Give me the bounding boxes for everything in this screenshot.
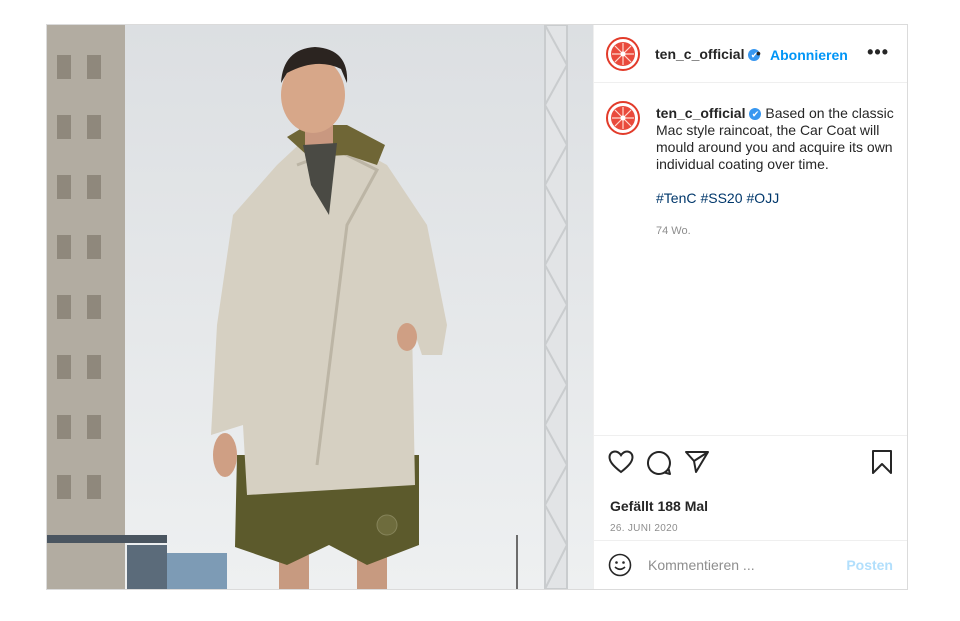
- post-sidebar: ten_c_official ✔ • Abonnieren ••• ten_c_o…: [593, 25, 907, 589]
- instagram-post: ten_c_official ✔ • Abonnieren ••• ten_c_o…: [46, 24, 908, 590]
- hashtag-link[interactable]: #TenC: [656, 190, 696, 206]
- paper-plane-icon[interactable]: [684, 450, 710, 479]
- citrus-logo-icon: [611, 42, 635, 66]
- photo-illustration: [47, 25, 593, 589]
- verified-badge-icon: ✔: [749, 108, 762, 120]
- follow-button[interactable]: Abonnieren: [770, 47, 848, 63]
- comment-input[interactable]: [646, 556, 830, 574]
- likes-count[interactable]: Gefällt 188 Mal: [610, 498, 708, 514]
- post-photo[interactable]: [47, 25, 593, 589]
- citrus-logo-icon: [611, 106, 635, 130]
- avatar[interactable]: [606, 37, 640, 71]
- post-actions: Gefällt 188 Mal 26. JUNI 2020 Posten: [594, 435, 907, 590]
- caption-timestamp[interactable]: 74 Wo.: [656, 223, 896, 240]
- header-username[interactable]: ten_c_official ✔: [655, 46, 761, 62]
- header-username-text[interactable]: ten_c_official: [655, 46, 744, 62]
- post-header: ten_c_official ✔ • Abonnieren •••: [594, 25, 907, 83]
- post-date: 26. JUNI 2020: [610, 523, 678, 534]
- speech-bubble-icon[interactable]: [646, 450, 672, 481]
- caption-username[interactable]: ten_c_official: [656, 105, 745, 121]
- hashtag-link[interactable]: #SS20: [700, 190, 742, 206]
- bookmark-icon[interactable]: [871, 449, 893, 480]
- more-options-icon[interactable]: •••: [867, 42, 889, 63]
- post-comment-button[interactable]: Posten: [846, 557, 893, 573]
- crane-tower: [544, 25, 568, 589]
- hashtag-link[interactable]: #OJJ: [747, 190, 780, 206]
- comment-bar: Posten: [594, 540, 907, 590]
- hashtag-list: #TenC #SS20 #OJJ: [656, 190, 896, 207]
- post-caption: ten_c_official ✔ Based on the classic Mac…: [656, 105, 896, 240]
- smiley-icon[interactable]: [608, 553, 632, 582]
- heart-icon[interactable]: [608, 450, 634, 479]
- caption-avatar[interactable]: [606, 101, 640, 135]
- header-separator: •: [756, 45, 761, 61]
